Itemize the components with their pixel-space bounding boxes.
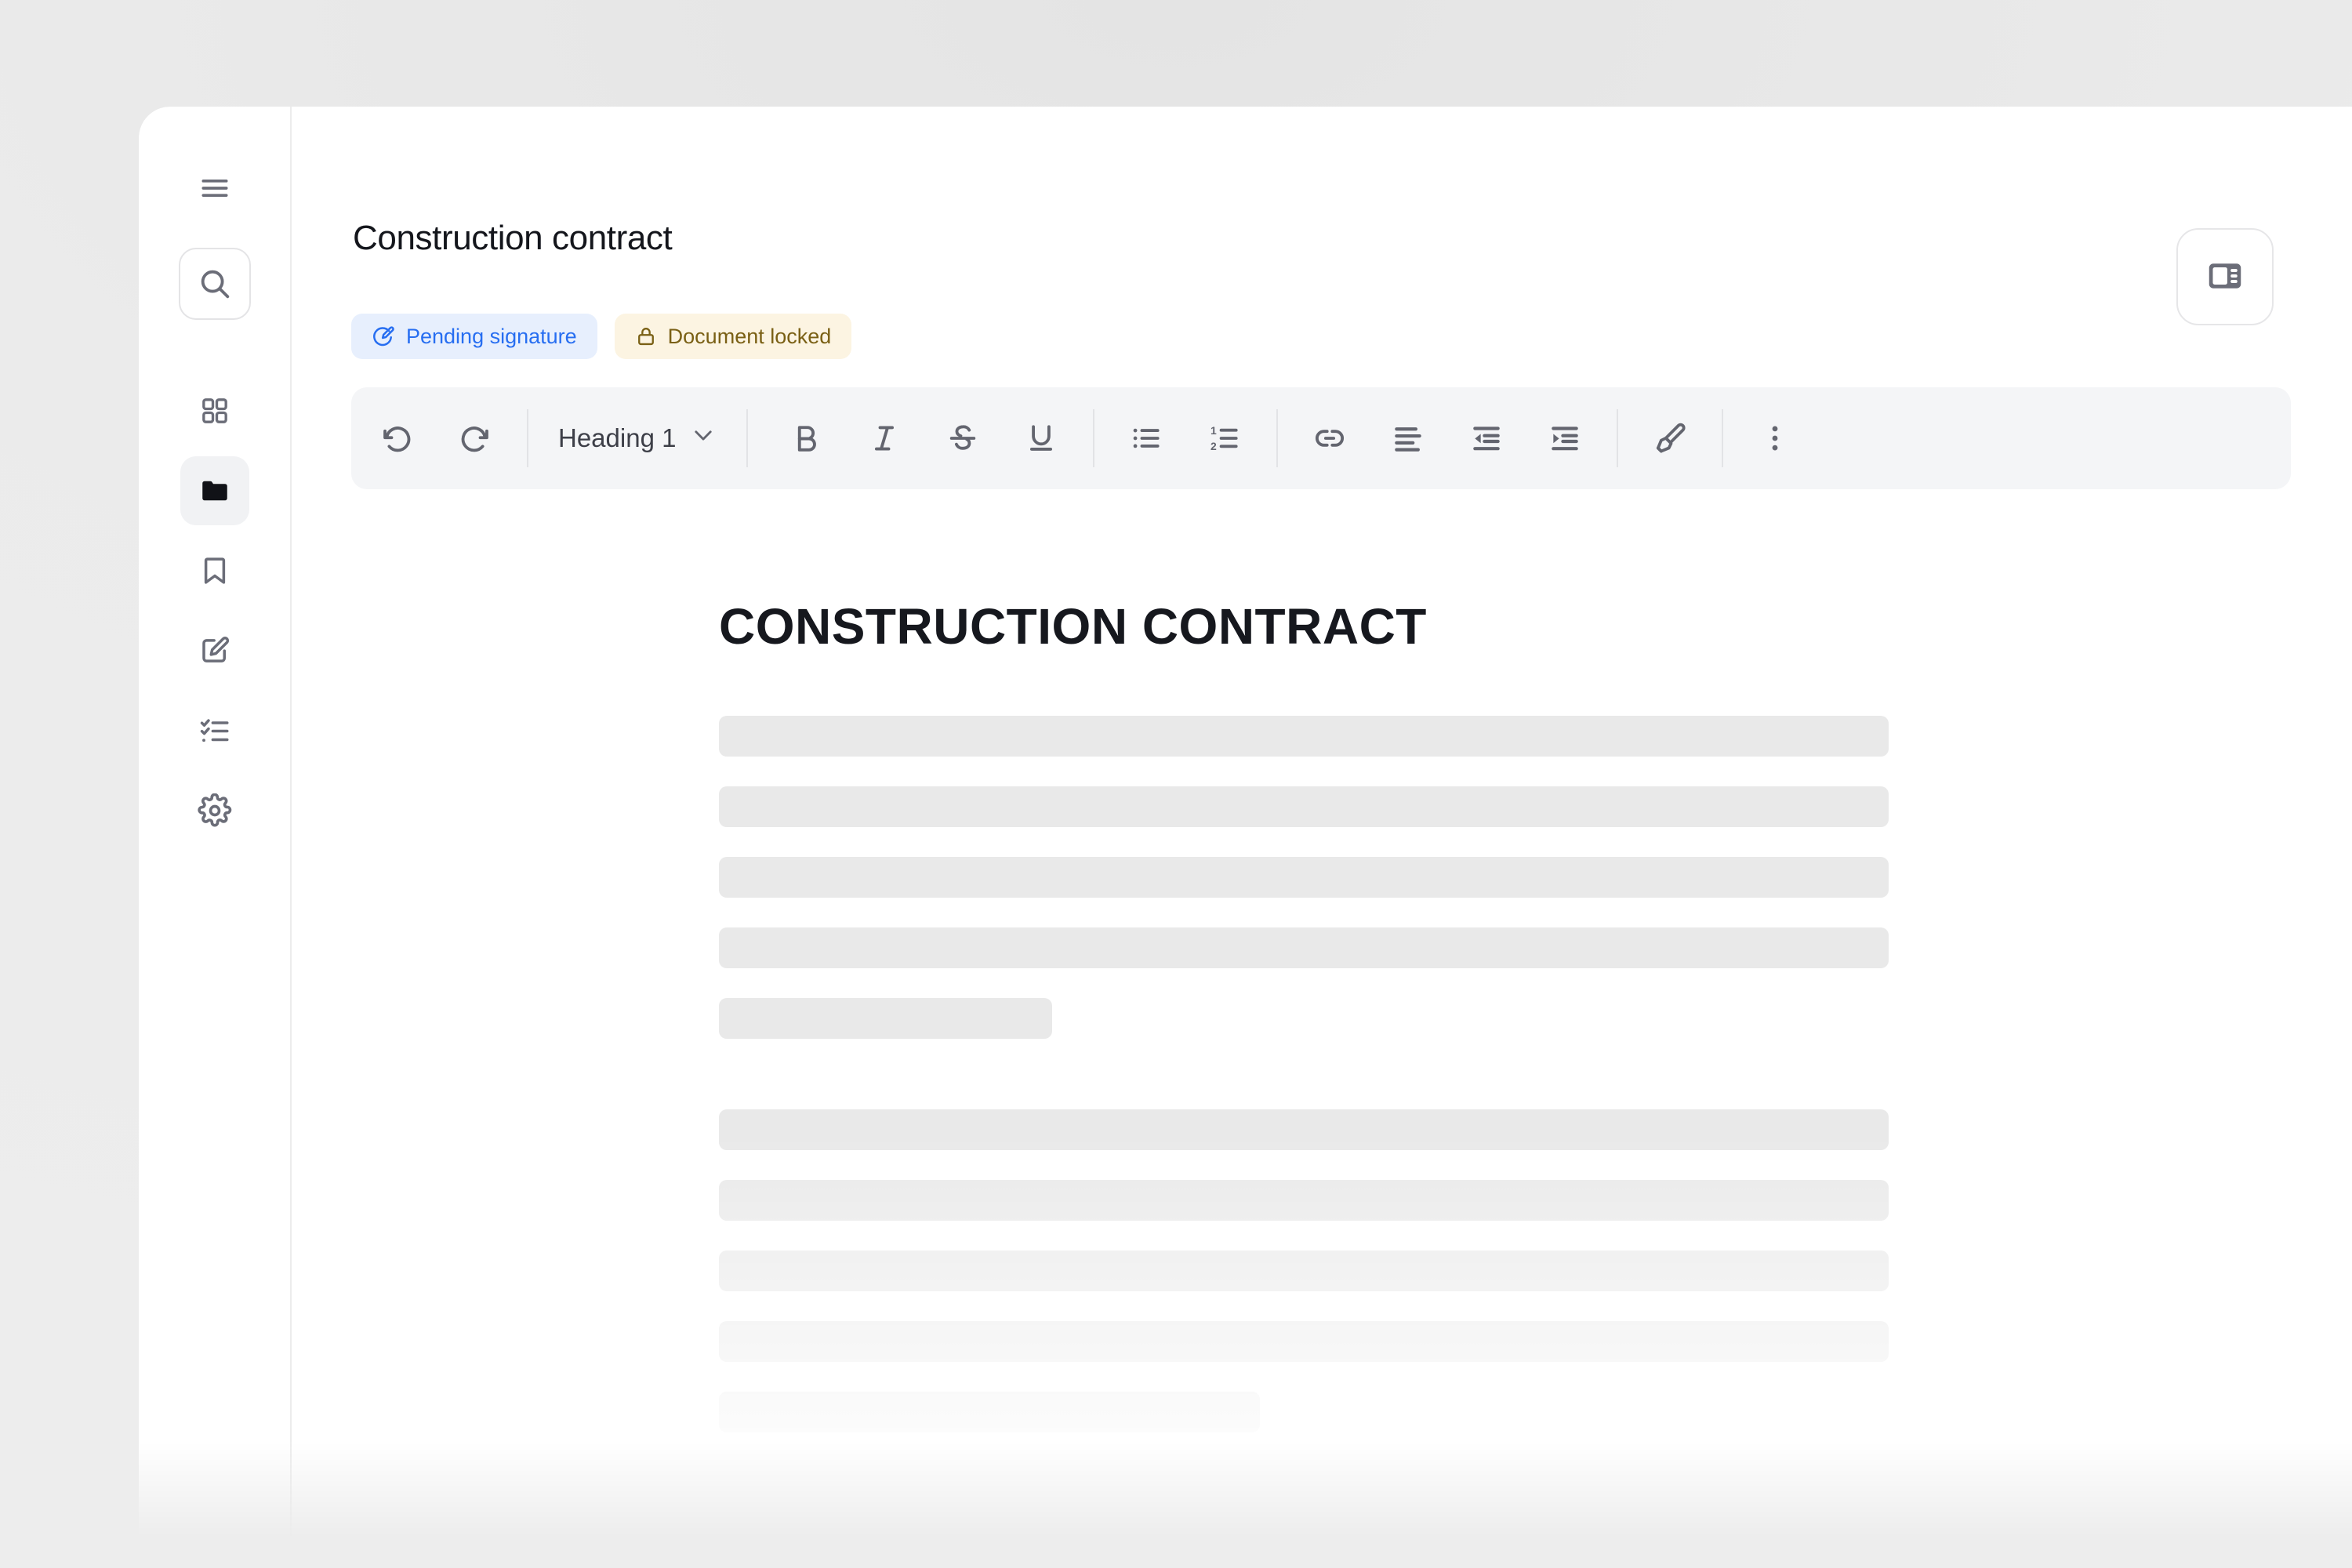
grid-icon: [199, 395, 230, 426]
bulleted-list-icon: [1129, 421, 1163, 456]
italic-button[interactable]: [845, 399, 924, 477]
paragraph-style-value: Heading 1: [558, 423, 677, 452]
toolbar-divider: [1093, 409, 1095, 467]
svg-text:2: 2: [1210, 440, 1217, 452]
sidebar-item-settings[interactable]: [180, 776, 249, 845]
skeleton-line: [719, 716, 1889, 757]
toolbar-divider: [1617, 409, 1619, 467]
redo-icon: [457, 420, 493, 456]
skeleton-line: [719, 1250, 1889, 1292]
status-badge-pending-signature[interactable]: Pending signature: [351, 314, 597, 359]
svg-text:1: 1: [1210, 424, 1217, 437]
align-left-button[interactable]: [1369, 399, 1447, 477]
skeleton-line: [719, 1180, 1889, 1221]
document-page: CONSTRUCTION CONTRACT: [719, 491, 1889, 1433]
skeleton-line: [719, 786, 1889, 828]
content-skeleton-block: [719, 1109, 1889, 1433]
outdent-icon: [1469, 421, 1504, 456]
panel-toggle-button[interactable]: [2176, 228, 2274, 325]
gear-icon: [197, 793, 232, 828]
numbered-list-button[interactable]: 1 2: [1185, 399, 1264, 477]
skeleton-line: [719, 1321, 1889, 1363]
sidebar-item-edit[interactable]: [180, 616, 249, 685]
toolbar-divider: [746, 409, 749, 467]
status-badge-row: Pending signature Document locked: [351, 314, 852, 359]
toolbar-divider: [527, 409, 528, 467]
undo-icon: [379, 420, 415, 456]
link-button[interactable]: [1290, 399, 1369, 477]
status-badge-label: Pending signature: [406, 324, 577, 348]
app-window: Construction contract Pending signature: [139, 107, 2352, 1541]
bold-icon: [789, 421, 823, 456]
more-vertical-icon: [1758, 421, 1792, 456]
editor-toolbar: Heading 1 1 2: [351, 387, 2291, 489]
link-icon: [1312, 421, 1347, 456]
numbered-list-icon: 1 2: [1207, 421, 1242, 456]
sidebar-item-menu-toggle[interactable]: [180, 154, 249, 223]
paragraph-style-dropdown[interactable]: Heading 1: [541, 399, 734, 477]
skeleton-line: [719, 1109, 1889, 1151]
toolbar-divider: [1276, 409, 1279, 467]
status-badge-label: Document locked: [667, 324, 832, 348]
edit-square-icon: [198, 634, 231, 667]
skeleton-line: [719, 857, 1889, 898]
bookmark-icon: [198, 554, 231, 587]
status-badge-document-locked[interactable]: Document locked: [614, 314, 852, 359]
strikethrough-icon: [946, 421, 980, 456]
signature-icon: [372, 325, 395, 348]
skeleton-line: [719, 998, 1052, 1040]
highlighter-icon: [1652, 420, 1688, 456]
italic-icon: [867, 421, 902, 456]
folder-icon: [198, 474, 231, 507]
document-heading: CONSTRUCTION CONTRACT: [719, 598, 1427, 655]
sidebar-item-bookmarks[interactable]: [180, 536, 249, 605]
skeleton-line: [719, 927, 1889, 969]
outdent-button[interactable]: [1447, 399, 1526, 477]
sidebar-item-apps[interactable]: [180, 376, 249, 445]
content-skeleton-block: [719, 716, 1889, 1040]
search-icon: [197, 266, 233, 302]
chevron-down-icon: [690, 422, 717, 455]
indent-icon: [1548, 421, 1582, 456]
sidebar-item-files[interactable]: [180, 456, 249, 525]
underline-button[interactable]: [1002, 399, 1080, 477]
strikethrough-button[interactable]: [924, 399, 1002, 477]
hamburger-icon: [198, 171, 232, 205]
document-header: Construction contract Pending signature: [292, 107, 2352, 365]
align-left-icon: [1391, 421, 1425, 456]
more-options-button[interactable]: [1736, 399, 1814, 477]
document-canvas[interactable]: CONSTRUCTION CONTRACT: [292, 491, 2352, 1541]
lock-icon: [635, 325, 657, 347]
redo-button[interactable]: [436, 399, 514, 477]
undo-button[interactable]: [358, 399, 436, 477]
main-area: Construction contract Pending signature: [292, 107, 2352, 1541]
sidebar-rail: [139, 107, 292, 1541]
bulleted-list-button[interactable]: [1107, 399, 1185, 477]
highlight-button[interactable]: [1631, 399, 1709, 477]
page-title: Construction contract: [353, 219, 673, 257]
bold-button[interactable]: [767, 399, 845, 477]
indent-button[interactable]: [1526, 399, 1604, 477]
underline-icon: [1024, 421, 1058, 456]
panel-right-icon: [2204, 255, 2246, 299]
toolbar-divider: [1722, 409, 1724, 467]
sidebar-item-tasks[interactable]: [180, 696, 249, 765]
checklist-icon: [198, 714, 231, 747]
sidebar-item-search[interactable]: [178, 248, 251, 320]
skeleton-line: [719, 1392, 1260, 1433]
